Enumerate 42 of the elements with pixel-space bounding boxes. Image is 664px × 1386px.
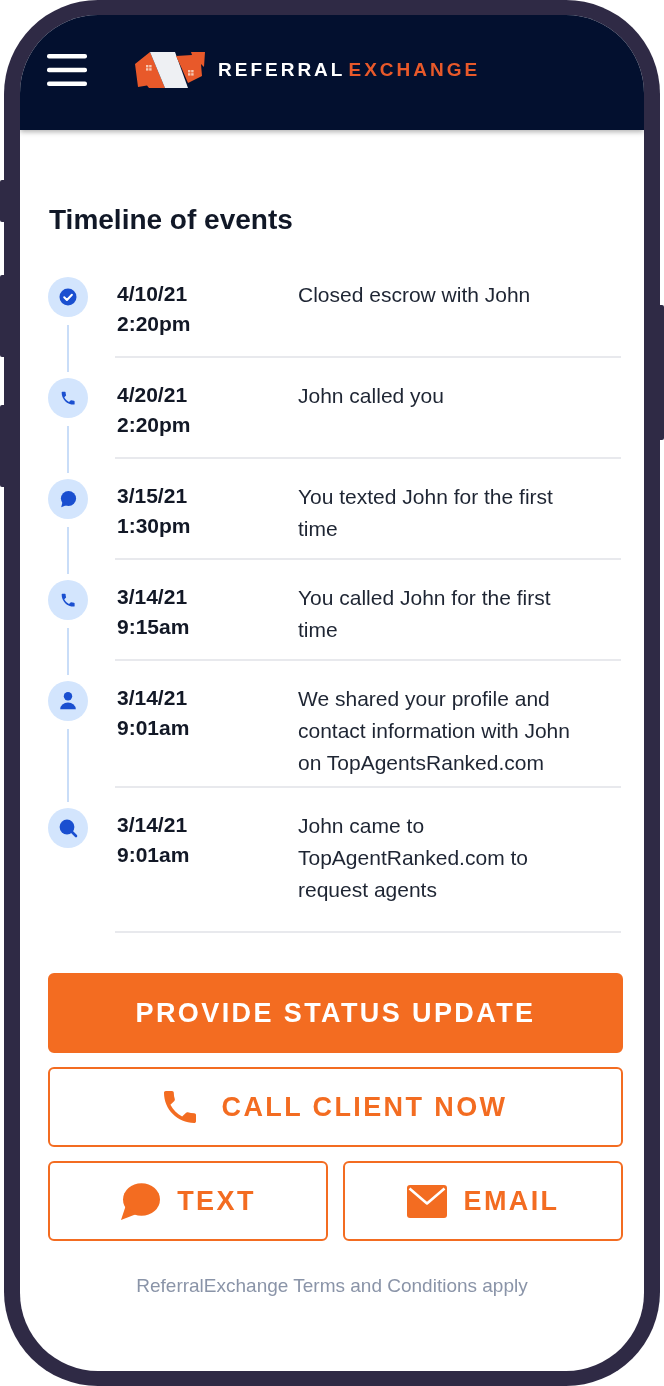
check-circle-icon [48,277,88,317]
event-date: 3/14/21 [117,685,188,711]
event-time: 9:01am [117,715,190,741]
event-time: 2:20pm [117,412,191,438]
brand-word: REFERRAL [218,59,346,81]
logo-icon [135,52,205,88]
terms-note: ReferralExchange Terms and Conditions apply [136,1275,528,1297]
email-button[interactable]: EMAIL [343,1161,623,1241]
event-description: Closed escrow with John [298,282,532,308]
chat-bubble-icon [48,479,88,519]
phone-icon [48,580,88,620]
event-time: 1:30pm [117,513,191,539]
menu-button[interactable] [47,54,87,86]
timeline-connector [67,527,69,574]
phone-icon [48,378,88,418]
event-time: 2:20pm [117,311,191,337]
call-client-button[interactable]: CALL CLIENT NOW [48,1067,623,1147]
event-description: John called you [298,383,445,409]
event-date: 3/14/21 [117,584,188,610]
timeline-connector [67,426,69,473]
person-icon [48,681,88,721]
chat-bubble-icon [120,1182,161,1220]
text-button[interactable]: TEXT [48,1161,328,1241]
envelope-icon [406,1184,447,1218]
status-update-button[interactable]: PROVIDE STATUS UPDATE [48,973,623,1053]
brand-word: EXCHANGE [348,59,481,81]
event-description: John came to TopAgentRanked.com to request agents [298,813,529,903]
search-icon [48,808,88,848]
event-date: 3/14/21 [117,812,188,838]
menu-icon [47,54,87,86]
event-time: 9:01am [117,842,190,868]
event-date: 4/20/21 [117,382,188,408]
timeline-connector [67,628,69,675]
event-description: You called John for the first time [298,585,552,643]
timeline-connector [67,325,69,372]
event-description: We shared your profile and contact information with John on TopAgentsRanked.com [298,686,571,776]
event-description: You texted John for the first time [298,484,554,542]
event-date: 3/15/21 [117,483,188,509]
section-title: Timeline of events [49,203,294,237]
phone-icon [163,1091,196,1123]
event-time: 9:15am [117,614,190,640]
event-date: 4/10/21 [117,281,188,307]
